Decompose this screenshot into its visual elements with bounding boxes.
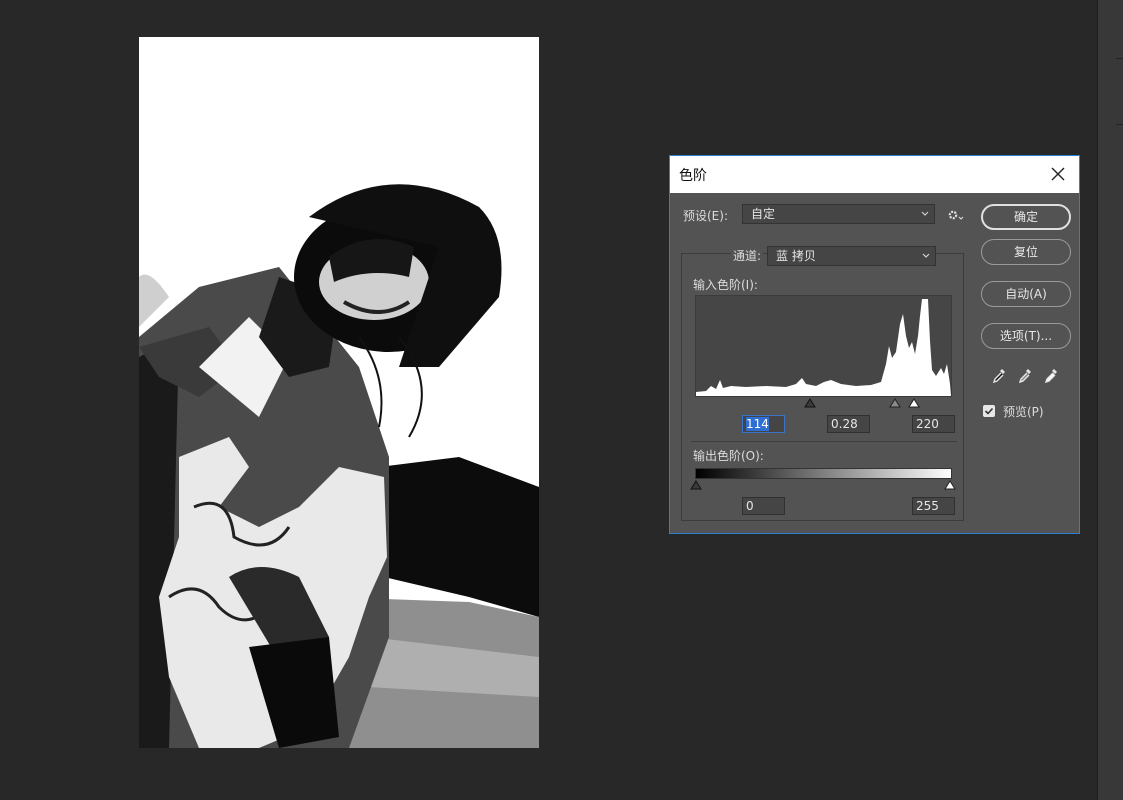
input-black-value: 114 [746, 417, 769, 431]
check-icon [984, 407, 994, 415]
input-black-field[interactable]: 114 [742, 415, 785, 433]
dialog-title: 色阶 [679, 168, 707, 184]
input-gamma-field[interactable]: 0.28 [827, 415, 870, 433]
output-levels-label: 输出色阶(O): [693, 449, 764, 463]
reset-button[interactable]: 复位 [981, 239, 1071, 265]
close-icon[interactable] [1045, 161, 1071, 187]
white-eyedropper-icon[interactable] [1043, 367, 1059, 385]
histogram [695, 295, 952, 397]
output-white-value: 255 [916, 499, 939, 513]
right-panel-strip[interactable] [1097, 0, 1123, 800]
output-black-field[interactable]: 0 [742, 497, 785, 515]
input-white-value: 220 [916, 417, 939, 431]
output-white-field[interactable]: 255 [912, 497, 955, 515]
input-black-slider[interactable] [804, 398, 816, 408]
channel-value: 蓝 拷贝 [776, 249, 816, 263]
input-gamma-value: 0.28 [831, 417, 858, 431]
preset-label: 预设(E): [683, 209, 728, 223]
preset-value: 自定 [751, 207, 776, 221]
preview-checkbox[interactable] [983, 405, 995, 417]
input-levels-label: 输入色阶(I): [693, 278, 758, 292]
output-black-slider[interactable] [690, 480, 702, 490]
canvas-image [139, 37, 539, 748]
input-gamma-slider[interactable] [889, 398, 901, 408]
chevron-down-icon [921, 211, 929, 216]
black-eyedropper-icon[interactable] [991, 367, 1007, 385]
divider [691, 441, 957, 442]
output-white-slider[interactable] [944, 480, 956, 490]
auto-button[interactable]: 自动(A) [981, 281, 1071, 307]
input-white-slider[interactable] [908, 398, 920, 408]
options-button[interactable]: 选项(T)... [981, 323, 1071, 349]
dialog-titlebar[interactable]: 色阶 [670, 156, 1079, 193]
channel-label: 通道: [731, 247, 764, 264]
ok-button[interactable]: 确定 [981, 204, 1071, 230]
preview-label: 预览(P) [1003, 405, 1044, 419]
gear-icon[interactable] [947, 208, 965, 222]
levels-dialog: 色阶 预设(E): 自定 通道: 蓝 拷贝 输入色阶(I): 114 0.28 … [669, 155, 1080, 534]
chevron-down-icon [922, 253, 930, 258]
document-canvas[interactable] [139, 37, 539, 748]
preset-select[interactable]: 自定 [742, 204, 935, 224]
histogram-graph [696, 299, 951, 396]
output-gradient [695, 468, 952, 479]
input-white-field[interactable]: 220 [912, 415, 955, 433]
output-black-value: 0 [746, 499, 754, 513]
gray-eyedropper-icon[interactable] [1017, 367, 1033, 385]
channel-select[interactable]: 蓝 拷贝 [767, 246, 936, 266]
